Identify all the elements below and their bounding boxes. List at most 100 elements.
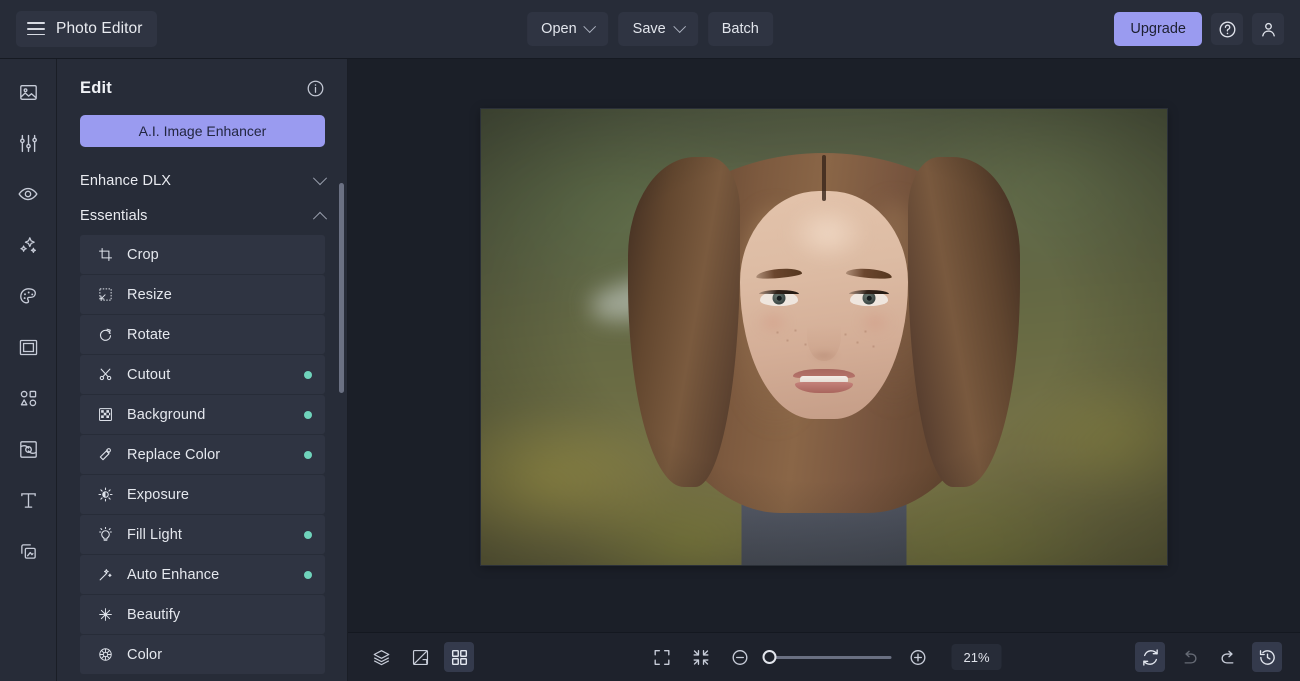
tool-background[interactable]: Background [80,395,325,434]
section-essentials-label: Essentials [80,208,148,224]
color-wheel-icon [97,646,114,663]
zoom-slider[interactable] [766,656,892,659]
zoom-in-button[interactable] [903,642,933,672]
tool-resize[interactable]: Resize [80,275,325,314]
info-circle-icon[interactable] [306,79,325,98]
tool-exposure[interactable]: Exposure [80,475,325,514]
batch-button-label: Batch [722,21,759,37]
image-icon [18,82,39,103]
fit-screen-icon [652,648,671,667]
tool-background-label: Background [127,407,291,423]
batch-button[interactable]: Batch [708,12,773,46]
tool-color[interactable]: Color [80,635,325,674]
history-controls [1135,642,1282,672]
user-icon [1259,20,1278,39]
compare-button[interactable] [405,642,435,672]
texture-icon [18,439,39,460]
flower-icon [97,606,114,623]
subject-face [740,191,908,419]
brightness-icon [97,486,114,503]
shapes-icon [18,388,39,409]
status-badge [304,571,312,579]
rail-item-shapes[interactable] [12,383,44,413]
upgrade-button[interactable]: Upgrade [1114,12,1202,46]
zoom-slider-handle[interactable] [763,650,777,664]
shrink-icon [691,648,710,667]
section-essentials[interactable]: Essentials [57,198,347,233]
page-title: Edit [80,79,112,98]
zoom-level-value[interactable]: 21% [952,644,1002,670]
bottom-toolbar: 21% [348,632,1300,681]
tool-rotate-label: Rotate [127,327,312,343]
chevron-down-icon [313,171,327,185]
rail-item-adjust[interactable] [12,128,44,158]
chevron-down-icon [673,20,686,33]
save-button[interactable]: Save [619,12,698,46]
tool-crop[interactable]: Crop [80,235,325,274]
reset-icon [1141,648,1160,667]
redo-button[interactable] [1213,642,1243,672]
tool-crop-label: Crop [127,247,312,263]
main-body: Edit A.I. Image Enhancer Enhance DLX Ess… [0,59,1300,681]
bulb-icon [97,526,114,543]
history-button[interactable] [1252,642,1282,672]
canvas-viewport[interactable] [348,59,1300,632]
rail-item-layers[interactable] [12,536,44,566]
panel-scrollbar-thumb[interactable] [339,183,344,393]
brand-menu-button[interactable]: Photo Editor [16,11,157,47]
rotate-icon [97,326,114,343]
help-button[interactable] [1211,13,1243,45]
tool-fill-light[interactable]: Fill Light [80,515,325,554]
checkerboard-icon [97,406,114,423]
reset-button[interactable] [1135,642,1165,672]
tool-auto-enhance[interactable]: Auto Enhance [80,555,325,594]
fit-screen-button[interactable] [647,642,677,672]
edit-panel: Edit A.I. Image Enhancer Enhance DLX Ess… [57,59,348,681]
account-button[interactable] [1252,13,1284,45]
section-enhance-dlx[interactable]: Enhance DLX [57,163,347,198]
tool-rotate[interactable]: Rotate [80,315,325,354]
compare-icon [411,648,430,667]
ai-image-enhancer-button[interactable]: A.I. Image Enhancer [80,115,325,147]
rail-item-effects[interactable] [12,230,44,260]
tool-resize-label: Resize [127,287,312,303]
hamburger-icon [27,22,45,36]
tool-replace-color[interactable]: Replace Color [80,435,325,474]
rail-item-frame[interactable] [12,332,44,362]
rail-item-color[interactable] [12,281,44,311]
status-badge [304,531,312,539]
tool-beautify[interactable]: Beautify [80,595,325,634]
photo-canvas[interactable] [481,109,1167,565]
edit-panel-scroll-area: Enhance DLX Essentials Crop [57,163,347,681]
photo-editor-app: Photo Editor Open Save Batch Upgrade [0,0,1300,681]
face-highlight [787,204,868,263]
undo-icon [1180,648,1199,667]
rail-item-image[interactable] [12,77,44,107]
tool-cutout[interactable]: Cutout [80,355,325,394]
layers-button[interactable] [366,642,396,672]
question-circle-icon [1218,20,1237,39]
history-icon [1258,648,1277,667]
rail-item-texture[interactable] [12,434,44,464]
grid-button[interactable] [444,642,474,672]
tool-exposure-label: Exposure [127,487,312,503]
eye-icon [17,183,39,205]
chevron-up-icon [313,211,327,225]
shrink-button[interactable] [686,642,716,672]
essentials-tool-list: Crop Resize [57,233,347,674]
zoom-out-button[interactable] [725,642,755,672]
undo-button[interactable] [1174,642,1204,672]
tool-rail [0,59,57,681]
section-enhance-dlx-label: Enhance DLX [80,173,171,189]
open-button[interactable]: Open [527,12,608,46]
header-center-buttons: Open Save Batch [527,12,773,46]
rail-item-text[interactable] [12,485,44,515]
eye-left [760,291,798,306]
top-header: Photo Editor Open Save Batch Upgrade [0,0,1300,59]
frame-icon [18,337,39,358]
tool-auto-enhance-label: Auto Enhance [127,567,291,583]
rail-item-retouch[interactable] [12,179,44,209]
crop-icon [97,246,114,263]
tool-beautify-label: Beautify [127,607,312,623]
status-badge [304,451,312,459]
